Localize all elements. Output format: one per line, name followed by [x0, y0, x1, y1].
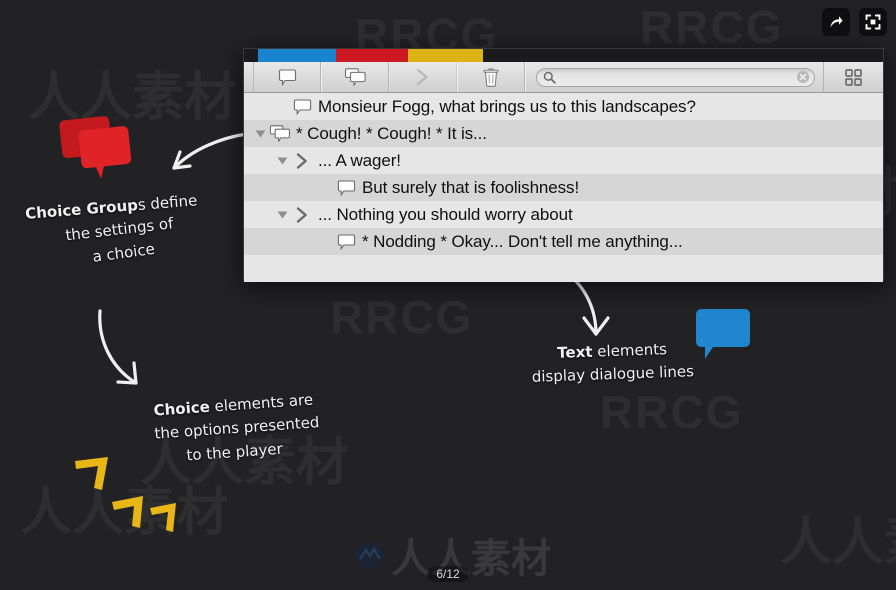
- clear-circle-icon[interactable]: [796, 70, 810, 84]
- row-type-icon: [268, 124, 292, 143]
- disclosure-triangle-icon: [277, 157, 287, 165]
- outline-row[interactable]: * Cough! * Cough! * It is...: [244, 120, 883, 147]
- annotation-text: Text elements display dialogue lines: [494, 336, 730, 391]
- annotation-text-rest: elements: [592, 340, 668, 361]
- dialogue-outline-list[interactable]: Monsieur Fogg, what brings us to this la…: [244, 93, 883, 282]
- add-text-button[interactable]: [253, 62, 321, 92]
- row-type-icon: [290, 206, 314, 224]
- chevron-right-icon: [296, 152, 307, 169]
- watermark-cjk: 人人素材: [780, 513, 896, 573]
- search-icon: [543, 71, 556, 84]
- disclosure-toggle[interactable]: [274, 201, 290, 228]
- row-type-icon: [290, 98, 314, 115]
- double-speech-bubble-icon: [344, 68, 366, 86]
- row-label: Monsieur Fogg, what brings us to this la…: [318, 96, 696, 116]
- tab-red[interactable]: [336, 49, 408, 62]
- row-label: But surely that is foolishness!: [362, 177, 580, 197]
- disclosure-toggle[interactable]: [274, 147, 290, 174]
- disclosure-triangle-icon: [277, 211, 287, 219]
- chevron-right-icon: [296, 206, 307, 223]
- trash-icon: [483, 68, 499, 87]
- annotation-choice-group: Choice Groups define the settings of a c…: [3, 186, 224, 276]
- disclosure-spacer: [318, 174, 334, 201]
- fullscreen-button[interactable]: [859, 8, 887, 36]
- add-choice-button[interactable]: [389, 62, 457, 92]
- outline-empty-area: [244, 255, 883, 282]
- row-label: ... Nothing you should worry about: [318, 204, 573, 224]
- overlay-buttons: [822, 8, 887, 36]
- window-tab-strip: [244, 49, 883, 62]
- search-input[interactable]: [560, 71, 796, 83]
- speech-bubble-icon: [293, 98, 311, 115]
- share-arrow-icon: [830, 16, 843, 28]
- yellow-chevron-decoration: [75, 457, 108, 490]
- row-label: * Cough! * Cough! * It is...: [296, 123, 487, 143]
- row-label: * Nodding * Okay... Don't tell me anythi…: [362, 231, 683, 251]
- outline-row[interactable]: ... Nothing you should worry about: [244, 201, 883, 228]
- arrow-to-choice: [98, 309, 138, 385]
- disclosure-toggle[interactable]: [252, 120, 268, 147]
- fullscreen-icon: [865, 14, 881, 30]
- double-speech-bubble-icon: [269, 124, 290, 142]
- row-type-icon: [334, 233, 358, 250]
- tab-blue[interactable]: [258, 49, 336, 62]
- outline-row[interactable]: ... A wager!: [244, 147, 883, 174]
- page-indicator-container: 6/12: [0, 566, 896, 582]
- row-type-icon: [290, 152, 314, 170]
- speech-bubble-icon: [337, 179, 355, 196]
- disclosure-spacer: [274, 93, 290, 120]
- outline-row[interactable]: But surely that is foolishness!: [244, 174, 883, 201]
- red-double-speech-bubble-decoration: [59, 116, 132, 179]
- dialogue-editor-window: Monsieur Fogg, what brings us to this la…: [243, 48, 884, 282]
- delete-button[interactable]: [457, 62, 525, 92]
- page-indicator: 6/12: [427, 566, 469, 582]
- watermark-rrcg: RRCG: [330, 291, 474, 343]
- outline-row[interactable]: Monsieur Fogg, what brings us to this la…: [244, 93, 883, 120]
- arrow-to-text: [566, 272, 610, 336]
- search-container: [525, 62, 823, 92]
- watermark-rrcg: RRCG: [600, 386, 744, 438]
- search-field[interactable]: [536, 67, 815, 87]
- yellow-chevron-decoration: [150, 503, 176, 532]
- slide-canvas: RRCG RRCG 人人素材 人人素材 RRCG 人人素材 人人素材 人人素材 …: [0, 0, 896, 590]
- grid-view-button[interactable]: [823, 62, 883, 92]
- add-choice-group-button[interactable]: [321, 62, 389, 92]
- editor-toolbar: [244, 62, 883, 93]
- row-type-icon: [334, 179, 358, 196]
- watermark-rrcg: RRCG: [640, 1, 784, 53]
- outline-row[interactable]: * Nodding * Okay... Don't tell me anythi…: [244, 228, 883, 255]
- annotation-choice-bold: Choice: [153, 397, 211, 420]
- share-button[interactable]: [822, 8, 850, 36]
- speech-bubble-icon: [337, 233, 355, 250]
- arrow-to-choice-group: [172, 132, 248, 170]
- disclosure-spacer: [318, 228, 334, 255]
- grid-icon: [845, 68, 862, 86]
- row-label: ... A wager!: [318, 150, 401, 170]
- disclosure-triangle-icon: [255, 130, 265, 138]
- speech-bubble-icon: [278, 68, 296, 86]
- tab-yellow[interactable]: [408, 49, 483, 62]
- annotation-text-bold: Text: [556, 342, 593, 362]
- annotation-choice: Choice elements are the options presente…: [118, 386, 352, 472]
- chevron-right-icon: [416, 68, 428, 86]
